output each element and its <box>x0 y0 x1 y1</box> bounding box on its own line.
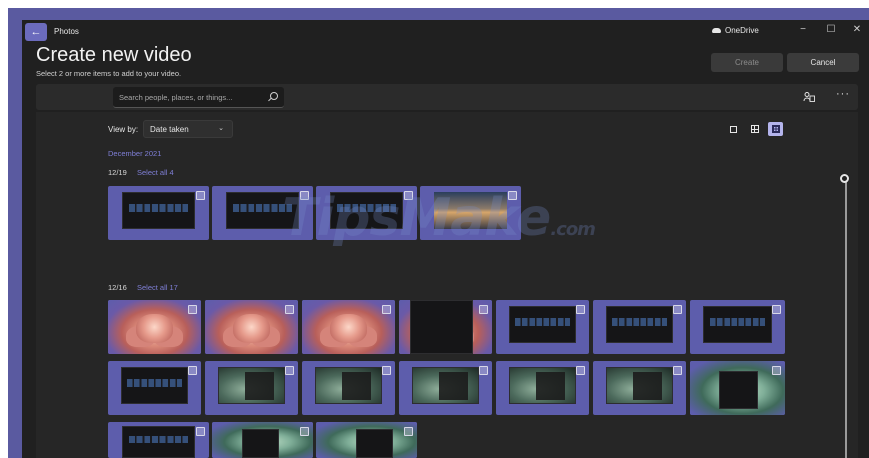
media-thumbnail[interactable] <box>205 300 298 354</box>
back-button[interactable]: ← <box>25 23 47 41</box>
maximize-button[interactable]: ☐ <box>824 24 838 35</box>
select-all-link[interactable]: Select all 4 <box>137 168 174 177</box>
media-thumbnail[interactable] <box>108 300 201 354</box>
search-placeholder: Search people, places, or things... <box>119 93 233 102</box>
select-checkbox[interactable] <box>196 427 205 436</box>
fine-grid-view-icon <box>771 125 780 133</box>
day-label: 12/19 <box>108 168 127 177</box>
select-checkbox[interactable] <box>772 366 781 375</box>
screenshot-preview <box>509 306 576 344</box>
media-thumbnail[interactable] <box>212 422 313 458</box>
select-checkbox[interactable] <box>188 305 197 314</box>
media-thumbnail[interactable] <box>316 422 417 458</box>
cloud-icon <box>712 28 721 33</box>
page-title: Create new video <box>36 44 192 66</box>
day-label: 12/16 <box>108 283 127 292</box>
media-thumbnail[interactable] <box>399 361 492 415</box>
close-button[interactable]: ✕ <box>850 24 864 35</box>
media-thumbnail[interactable] <box>593 361 686 415</box>
chevron-down-icon: ⌄ <box>218 125 224 132</box>
select-checkbox[interactable] <box>188 366 197 375</box>
select-all-link[interactable]: Select all 17 <box>137 283 178 292</box>
screenshot-preview <box>606 306 673 344</box>
media-thumbnail[interactable] <box>496 361 589 415</box>
search-input[interactable]: Search people, places, or things... <box>113 87 284 108</box>
select-checkbox[interactable] <box>285 366 294 375</box>
media-thumbnail[interactable] <box>690 300 785 354</box>
select-checkbox[interactable] <box>772 305 781 314</box>
cancel-button[interactable]: Cancel <box>787 53 859 72</box>
grid-view-icon <box>750 125 759 133</box>
media-thumbnail[interactable] <box>302 361 395 415</box>
toolbar: Search people, places, or things... ··· <box>36 84 858 110</box>
watermark-text: TipsMake <box>282 188 551 248</box>
media-thumbnail[interactable] <box>690 361 785 415</box>
screenshot-preview <box>242 429 279 458</box>
select-checkbox[interactable] <box>382 305 391 314</box>
screenshot-preview <box>315 367 382 405</box>
screenshot-preview <box>122 426 195 458</box>
back-arrow-icon: ← <box>30 26 42 38</box>
fine-grid-view-button[interactable] <box>768 122 783 136</box>
screenshot-preview <box>718 370 759 409</box>
select-checkbox[interactable] <box>285 305 294 314</box>
minimize-button[interactable]: − <box>796 24 810 35</box>
people-icon[interactable] <box>803 91 815 103</box>
screenshot-preview <box>218 367 285 405</box>
grid-view-button[interactable] <box>747 122 762 136</box>
screenshot-preview <box>122 192 195 230</box>
app-title: Photos <box>54 27 79 36</box>
single-view-icon <box>730 125 737 133</box>
media-thumbnail[interactable] <box>108 186 209 240</box>
screenshot-preview <box>356 429 393 458</box>
select-checkbox[interactable] <box>479 366 488 375</box>
screenshot-preview <box>703 306 772 344</box>
media-thumbnail[interactable] <box>108 361 201 415</box>
view-by-label: View by: <box>108 125 139 134</box>
title-bar: ← Photos OneDrive − ☐ ✕ <box>22 20 869 44</box>
onedrive-label: OneDrive <box>725 26 759 35</box>
screenshot-preview <box>121 367 188 405</box>
media-gallery: View by: Date taken ⌄ December 2021 12/1… <box>36 112 858 458</box>
media-thumbnail[interactable] <box>593 300 686 354</box>
select-checkbox[interactable] <box>479 305 488 314</box>
select-checkbox[interactable] <box>300 427 309 436</box>
screenshot-preview <box>410 300 474 354</box>
select-checkbox[interactable] <box>196 191 205 200</box>
select-checkbox[interactable] <box>673 305 682 314</box>
select-checkbox[interactable] <box>673 366 682 375</box>
view-by-dropdown[interactable]: Date taken ⌄ <box>143 120 233 138</box>
select-checkbox[interactable] <box>382 366 391 375</box>
page-subtitle: Select 2 or more items to add to your vi… <box>36 69 182 78</box>
view-by-value: Date taken <box>150 125 189 134</box>
media-thumbnail[interactable] <box>302 300 395 354</box>
select-checkbox[interactable] <box>404 427 413 436</box>
select-checkbox[interactable] <box>576 366 585 375</box>
media-thumbnail[interactable] <box>399 300 492 354</box>
scrollbar-track[interactable] <box>845 176 847 458</box>
single-view-button[interactable] <box>726 122 741 136</box>
media-thumbnail[interactable] <box>205 361 298 415</box>
search-icon[interactable] <box>270 92 278 100</box>
select-checkbox[interactable] <box>576 305 585 314</box>
scrollbar-thumb[interactable] <box>840 174 849 183</box>
media-thumbnail[interactable] <box>496 300 589 354</box>
onedrive-button[interactable]: OneDrive <box>712 26 759 35</box>
month-heading: December 2021 <box>108 149 162 158</box>
screenshot-preview <box>412 367 479 405</box>
watermark: TipsMake.com <box>282 188 596 248</box>
screenshot-preview <box>509 367 576 405</box>
more-options-icon[interactable]: ··· <box>836 88 850 100</box>
media-thumbnail[interactable] <box>108 422 209 458</box>
watermark-suffix: .com <box>550 219 596 240</box>
screenshot-preview <box>606 367 673 405</box>
create-button[interactable]: Create <box>711 53 783 72</box>
